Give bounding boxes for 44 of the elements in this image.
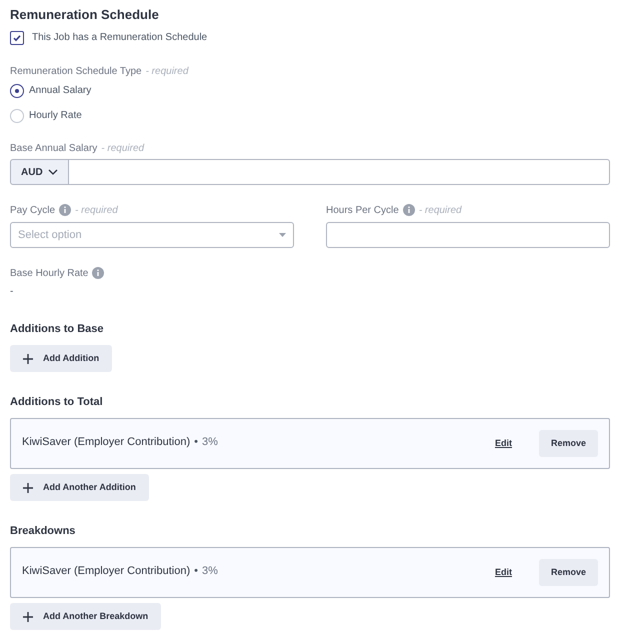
- checkbox-label: This Job has a Remuneration Schedule: [32, 31, 208, 45]
- bullet: •: [194, 564, 198, 579]
- radio-label: Annual Salary: [29, 84, 92, 98]
- section-heading: Additions to Base: [10, 322, 105, 335]
- add-button[interactable]: Add Addition: [10, 345, 112, 372]
- item-name: KiwiSaver (Employer Contribution): [22, 564, 190, 579]
- section-heading: Breakdowns: [10, 524, 76, 537]
- currency-dropdown[interactable]: AUD: [10, 159, 69, 185]
- add-button[interactable]: Add Another Addition: [10, 474, 149, 501]
- required-hint: - required: [146, 64, 188, 78]
- edit-link[interactable]: Edit: [494, 566, 512, 580]
- check-icon: [12, 32, 22, 42]
- info-icon: [59, 204, 72, 216]
- field-label: Base Annual Salary: [10, 142, 98, 156]
- plus-icon: [23, 354, 33, 364]
- field-label: Pay Cycle: [10, 204, 56, 218]
- plus-icon: [23, 482, 33, 492]
- plus-icon: [23, 612, 33, 622]
- info-icon: [92, 267, 104, 279]
- item-name: KiwiSaver (Employer Contribution): [22, 434, 190, 450]
- required-hint: - required: [418, 204, 462, 218]
- edit-link[interactable]: Edit: [494, 436, 512, 450]
- bullet: •: [194, 434, 198, 450]
- field-label: Hours Per Cycle: [326, 204, 399, 218]
- remove-button[interactable]: Remove: [538, 559, 598, 586]
- section-title: Remuneration Schedule: [10, 6, 160, 23]
- add-button[interactable]: Add Another Breakdown: [10, 603, 162, 630]
- field-label: Remuneration Schedule Type: [10, 64, 142, 78]
- input-field[interactable]: [68, 159, 610, 185]
- chevron-down-icon: [48, 169, 58, 175]
- radio-label: Hourly Rate: [29, 109, 82, 123]
- dropdown-arrow-icon: [279, 233, 286, 237]
- item-value: 3%: [202, 434, 218, 450]
- info-icon: [402, 204, 415, 216]
- input-field[interactable]: [326, 222, 610, 248]
- section-heading: Additions to Total: [10, 395, 104, 408]
- item-value: 3%: [202, 564, 218, 579]
- radio-button[interactable]: [10, 84, 24, 98]
- checkbox[interactable]: [10, 30, 24, 44]
- required-hint: - required: [101, 142, 144, 156]
- field-label: Base Hourly Rate: [10, 266, 88, 280]
- field-value: -: [10, 285, 14, 299]
- remove-button[interactable]: Remove: [538, 430, 598, 457]
- required-hint: - required: [75, 204, 118, 218]
